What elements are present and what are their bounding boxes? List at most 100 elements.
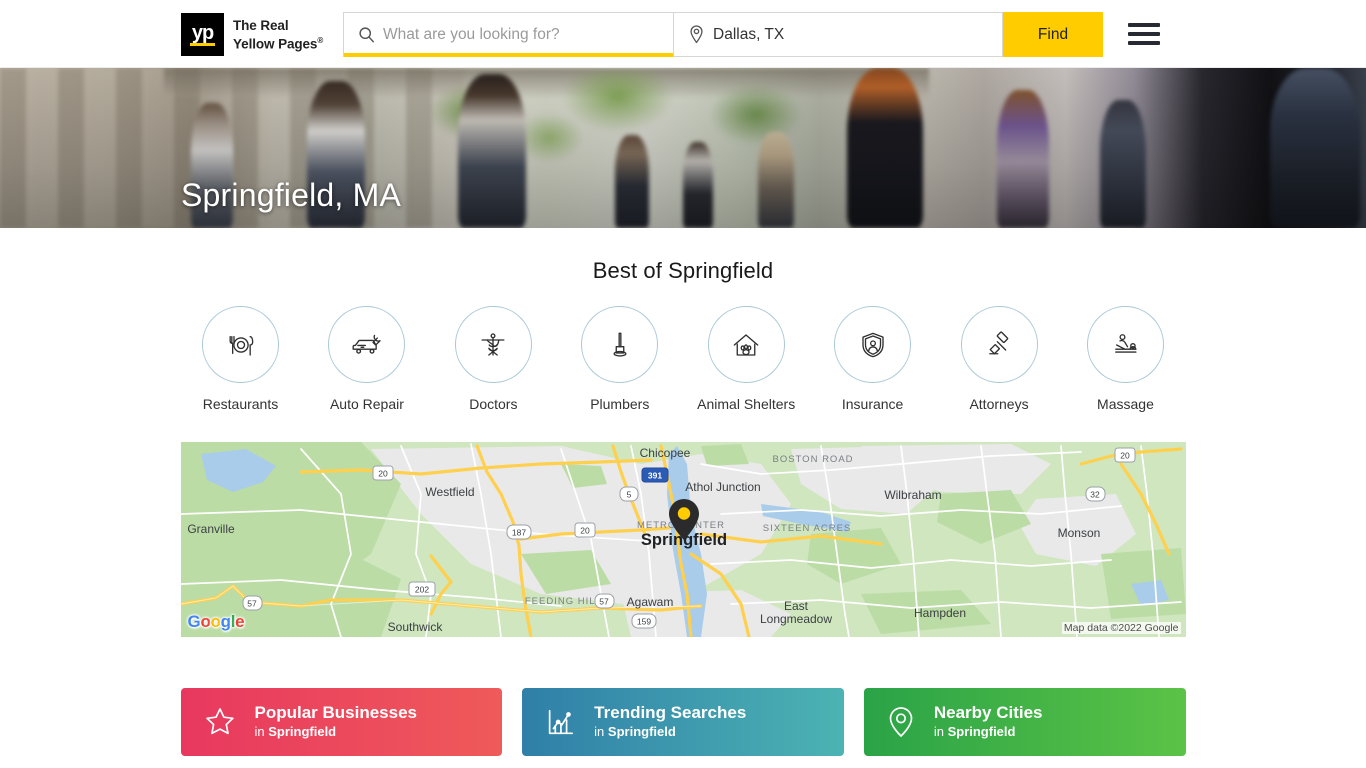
trending-chart-icon	[544, 706, 576, 738]
svg-text:20: 20	[580, 526, 590, 536]
svg-text:Chicopee: Chicopee	[639, 446, 690, 460]
svg-text:Southwick: Southwick	[387, 620, 443, 634]
find-button[interactable]: Find	[1003, 12, 1103, 57]
category-item-restaurants[interactable]: Restaurants	[181, 306, 301, 412]
location-input[interactable]	[713, 25, 1002, 44]
promo-sub-place: Springfield	[607, 724, 676, 739]
svg-text:32: 32	[1090, 490, 1100, 500]
promo-card-trending-searches[interactable]: Trending Searches in Springfield	[522, 688, 844, 756]
promo-card-popular-businesses[interactable]: Popular Businesses in Springfield	[180, 688, 503, 756]
promo-card-text: Popular Businesses in Springfield	[255, 703, 418, 741]
svg-text:SIXTEEN ACRES: SIXTEEN ACRES	[762, 523, 851, 534]
category-list: Restaurants Auto Repair Doctors Plumbers…	[181, 306, 1186, 412]
svg-text:187: 187	[511, 528, 525, 538]
promo-card-title: Nearby Cities	[933, 703, 1043, 722]
category-item-doctors[interactable]: Doctors	[433, 306, 553, 412]
promo-card-subtitle: in Springfield	[934, 724, 1016, 739]
promo-card-subtitle: in Springfield	[255, 724, 337, 739]
category-item-plumbers[interactable]: Plumbers	[560, 306, 680, 412]
svg-text:Wilbraham: Wilbraham	[884, 488, 941, 502]
search-bar: Find	[343, 12, 1103, 57]
category-circle	[581, 306, 659, 383]
promo-card-title: Trending Searches	[594, 703, 747, 722]
category-item-massage[interactable]: Massage	[1065, 306, 1185, 412]
yp-logo-mark: yp	[181, 13, 224, 56]
svg-text:Westfield: Westfield	[425, 485, 474, 499]
promo-sub-prefix: in	[594, 724, 608, 739]
plunger-icon	[613, 332, 627, 357]
category-label: Massage	[1097, 396, 1154, 412]
yp-logo[interactable]: yp The Real Yellow Pages®	[181, 13, 323, 56]
category-circle	[707, 306, 785, 383]
svg-text:57: 57	[247, 599, 257, 609]
hamburger-bar-3	[1128, 41, 1160, 45]
location-pin-icon	[688, 25, 705, 44]
google-logo: Google	[187, 612, 245, 631]
yp-logo-mark-text: yp	[191, 21, 214, 44]
search-location-field[interactable]	[673, 12, 1003, 57]
promo-card-title: Popular Businesses	[254, 703, 418, 722]
star-icon	[203, 705, 237, 739]
gavel-icon	[989, 330, 1009, 354]
svg-text:Granville: Granville	[187, 522, 235, 536]
category-label: Restaurants	[202, 396, 279, 412]
house-paw-icon	[733, 333, 759, 356]
promo-card-text: Nearby Cities in Springfield	[934, 703, 1043, 741]
map-labels: Chicopee Westfield Athol Junction Wilbra…	[187, 446, 1135, 634]
category-label: Doctors	[469, 396, 518, 412]
category-circle	[834, 306, 912, 383]
category-label: Attorneys	[969, 396, 1029, 412]
massage-table-icon	[1115, 333, 1137, 353]
location-map[interactable]: Chicopee Westfield Athol Junction Wilbra…	[180, 442, 1186, 637]
svg-text:5: 5	[626, 490, 631, 500]
category-item-attorneys[interactable]: Attorneys	[939, 306, 1059, 412]
svg-text:20: 20	[378, 469, 388, 479]
yp-logo-line1: The Real	[233, 17, 289, 33]
hamburger-bar-1	[1128, 23, 1160, 27]
search-icon	[358, 26, 375, 43]
section-title-best-of: Best of Springfield	[592, 258, 774, 283]
fork-plate-knife-icon	[229, 335, 253, 356]
svg-text:159: 159	[636, 617, 650, 627]
promo-card-list: Popular Businesses in Springfield Trendi…	[180, 688, 1186, 756]
svg-text:Agawam: Agawam	[626, 595, 673, 609]
yp-logo-line2: Yellow Pages	[233, 36, 318, 52]
svg-text:Longmeadow: Longmeadow	[759, 612, 831, 626]
promo-card-nearby-cities[interactable]: Nearby Cities in Springfield	[863, 688, 1186, 756]
category-circle	[960, 306, 1038, 383]
hamburger-menu-icon[interactable]	[1128, 23, 1160, 45]
svg-text:391: 391	[647, 471, 661, 481]
promo-card-text: Trending Searches in Springfield	[594, 703, 746, 741]
svg-text:Athol Junction: Athol Junction	[685, 480, 760, 494]
site-header: yp The Real Yellow Pages® Find	[0, 0, 1366, 68]
promo-sub-prefix: in	[933, 724, 948, 739]
category-item-auto-repair[interactable]: Auto Repair	[307, 306, 427, 412]
svg-text:East: East	[783, 599, 808, 613]
yp-logo-wordmark: The Real Yellow Pages®	[233, 18, 323, 52]
promo-sub-place: Springfield	[268, 724, 337, 739]
search-terms-field[interactable]	[343, 12, 673, 57]
yp-logo-trademark: ®	[317, 35, 324, 45]
category-item-insurance[interactable]: Insurance	[813, 306, 933, 412]
search-input[interactable]	[383, 25, 673, 44]
svg-text:BOSTON ROAD: BOSTON ROAD	[772, 454, 853, 465]
category-label: Auto Repair	[329, 396, 404, 412]
category-label: Plumbers	[590, 396, 650, 412]
svg-text:20: 20	[1120, 451, 1130, 461]
category-circle	[1086, 306, 1164, 383]
promo-sub-place: Springfield	[947, 724, 1016, 739]
promo-card-subtitle: in Springfield	[594, 724, 676, 739]
map-attribution: Map data ©2022 Google	[1061, 622, 1181, 634]
svg-text:Hampden: Hampden	[913, 606, 965, 620]
category-label: Animal Shelters	[697, 396, 796, 412]
svg-text:202: 202	[414, 585, 428, 595]
category-circle	[454, 306, 532, 383]
shield-person-icon	[861, 332, 884, 357]
main-content: Best of Springfield Restaurants Auto Rep…	[0, 228, 1366, 756]
promo-sub-prefix: in	[254, 724, 269, 739]
hero-banner: Springfield, MA	[0, 68, 1366, 228]
category-item-animal-shelters[interactable]: Animal Shelters	[686, 306, 806, 412]
car-wrench-icon	[352, 334, 381, 354]
category-circle	[202, 306, 279, 383]
location-pin-icon	[886, 705, 916, 739]
